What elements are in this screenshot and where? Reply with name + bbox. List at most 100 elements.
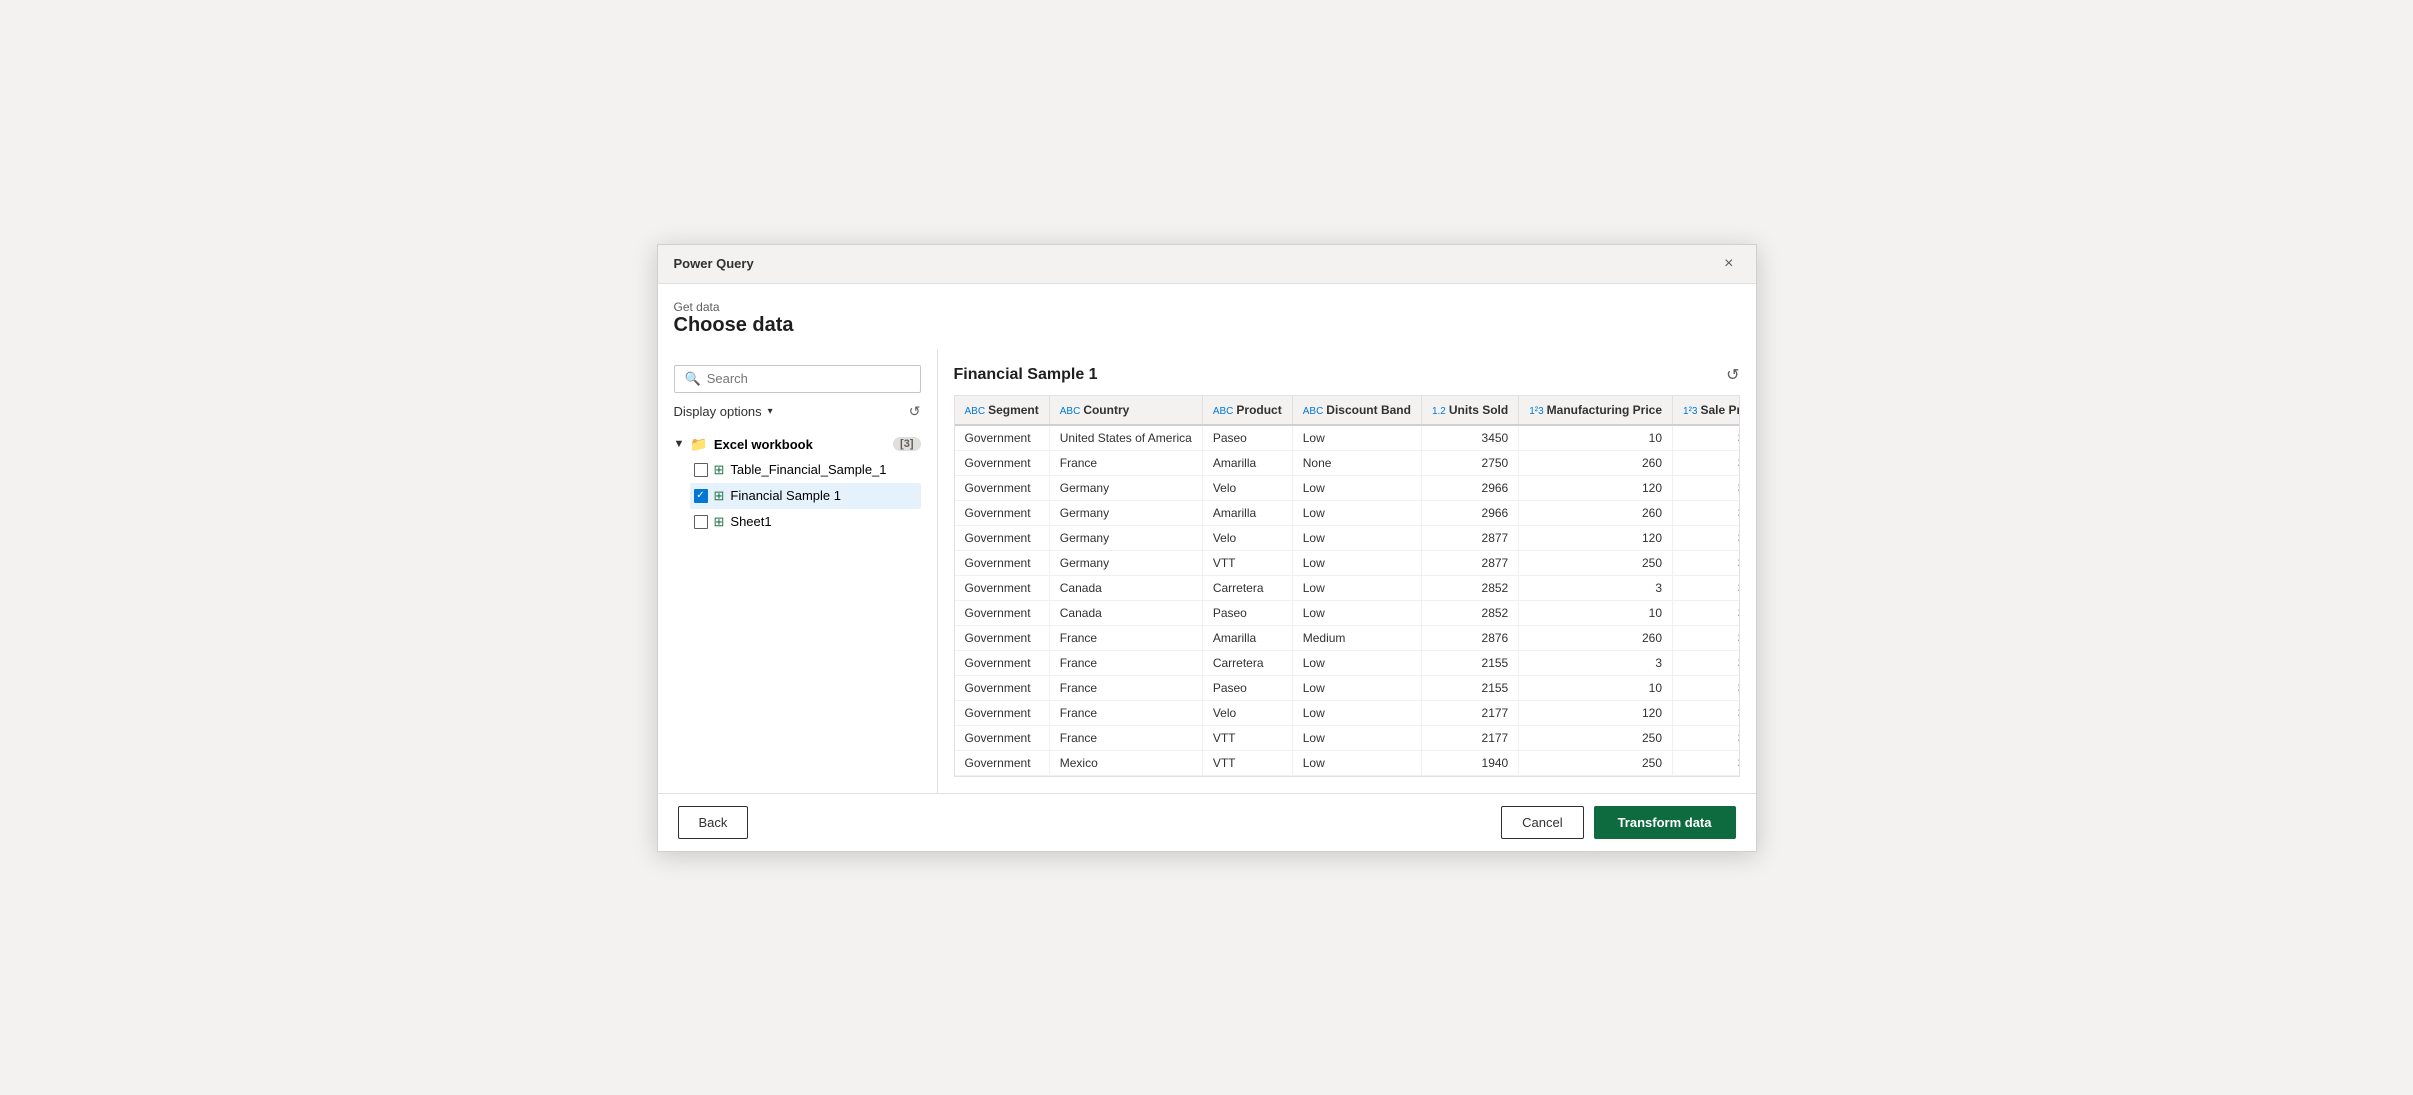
table-cell: 250 <box>1519 550 1673 575</box>
table-cell: Government <box>955 425 1050 451</box>
table-cell: 350 <box>1673 525 1740 550</box>
preview-area: Financial Sample 1 ↺ ABCSegment ABCCount… <box>938 349 1756 793</box>
col-discount-band: ABCDiscount Band <box>1292 396 1421 425</box>
table-cell: Germany <box>1049 525 1202 550</box>
tree-item-label-financial1: Financial Sample 1 <box>730 488 841 503</box>
tree-parent-item[interactable]: ▼ 📁 Excel workbook [3] <box>674 432 921 457</box>
table-cell: 2877 <box>1421 550 1518 575</box>
table-cell: 350 <box>1673 625 1740 650</box>
col-product: ABCProduct <box>1202 396 1292 425</box>
col-units-sold: 1.2Units Sold <box>1421 396 1518 425</box>
table-cell: Government <box>955 575 1050 600</box>
table-cell: Government <box>955 550 1050 575</box>
transform-data-button[interactable]: Transform data <box>1594 806 1736 839</box>
page-header: Get data Choose data <box>658 284 1756 349</box>
table-cell: 350 <box>1673 550 1740 575</box>
col-sale-price: 1²3Sale Price <box>1673 396 1740 425</box>
table-cell: Low <box>1292 475 1421 500</box>
table-cell: 10 <box>1519 600 1673 625</box>
table-row: GovernmentGermanyVTTLow28772503501006950… <box>955 550 1740 575</box>
table-cell: Medium <box>1292 625 1421 650</box>
table-icon-3: ⊞ <box>714 514 725 530</box>
table-row: GovernmentMexicoVTTLow194025035067900013… <box>955 750 1740 775</box>
table-cell: 250 <box>1519 750 1673 775</box>
col-manufacturing-price: 1²3Manufacturing Price <box>1519 396 1673 425</box>
checkbox-financial1[interactable] <box>694 489 708 503</box>
table-cell: Government <box>955 625 1050 650</box>
table-cell: 350 <box>1673 650 1740 675</box>
preview-refresh-button[interactable]: ↺ <box>1726 365 1739 385</box>
table-cell: 350 <box>1673 700 1740 725</box>
table-cell: 350 <box>1673 575 1740 600</box>
table-row: GovernmentFranceVeloLow21771203507619503… <box>955 700 1740 725</box>
search-icon: 🔍 <box>685 371 701 387</box>
tree-item-sheet1[interactable]: ⊞ Sheet1 <box>690 509 921 535</box>
table-cell: 350 <box>1673 425 1740 451</box>
tree-parent-badge: [3] <box>893 437 920 451</box>
table-cell: 250 <box>1519 725 1673 750</box>
table-cell: Amarilla <box>1202 500 1292 525</box>
checkbox-table1[interactable] <box>694 463 708 477</box>
display-options-label: Display options <box>674 404 762 419</box>
table-cell: United States of America <box>1049 425 1202 451</box>
tree-item-table1[interactable]: ⊞ Table_Financial_Sample_1 <box>690 457 921 483</box>
search-input[interactable] <box>707 371 910 386</box>
table-cell: Government <box>955 600 1050 625</box>
table-cell: Low <box>1292 500 1421 525</box>
table-cell: Amarilla <box>1202 450 1292 475</box>
table-cell: 350 <box>1673 450 1740 475</box>
table-cell: VTT <box>1202 550 1292 575</box>
table-cell: 350 <box>1673 750 1740 775</box>
table-cell: France <box>1049 450 1202 475</box>
table-cell: Low <box>1292 525 1421 550</box>
tree-item-label-table1: Table_Financial_Sample_1 <box>730 462 886 477</box>
table-cell: Carretera <box>1202 650 1292 675</box>
table-cell: 2966 <box>1421 475 1518 500</box>
display-options-button[interactable]: Display options ▾ <box>674 404 773 419</box>
chevron-down-icon: ▾ <box>768 406 773 417</box>
main-content: 🔍 Display options ▾ ↺ ▼ 📁 Excel workbook… <box>658 349 1756 793</box>
checkbox-sheet1[interactable] <box>694 515 708 529</box>
tree-item-financial1[interactable]: ⊞ Financial Sample 1 <box>690 483 921 509</box>
table-cell: 350 <box>1673 675 1740 700</box>
table-cell: VTT <box>1202 750 1292 775</box>
sidebar-refresh-button[interactable]: ↺ <box>909 403 921 420</box>
table-cell: Government <box>955 725 1050 750</box>
table-cell: Government <box>955 525 1050 550</box>
table-row: GovernmentFranceVTTLow217725035076195030… <box>955 725 1740 750</box>
table-cell: France <box>1049 700 1202 725</box>
table-wrapper[interactable]: ABCSegment ABCCountry ABCProduct ABCDisc… <box>954 395 1740 777</box>
search-box[interactable]: 🔍 <box>674 365 921 393</box>
table-cell: Germany <box>1049 475 1202 500</box>
table-cell: 10 <box>1519 675 1673 700</box>
table-cell: Low <box>1292 700 1421 725</box>
sidebar: 🔍 Display options ▾ ↺ ▼ 📁 Excel workbook… <box>658 349 938 793</box>
table-cell: Government <box>955 650 1050 675</box>
close-button[interactable]: × <box>1718 253 1739 275</box>
table-row: GovernmentFranceAmarillaMedium2876260350… <box>955 625 1740 650</box>
table-row: GovernmentCanadaPaseoLow2852103509982001… <box>955 600 1740 625</box>
back-button[interactable]: Back <box>678 806 749 839</box>
table-cell: 120 <box>1519 700 1673 725</box>
table-icon-2: ⊞ <box>714 488 725 504</box>
table-cell: Velo <box>1202 700 1292 725</box>
col-country: ABCCountry <box>1049 396 1202 425</box>
table-cell: Low <box>1292 425 1421 451</box>
table-cell: 350 <box>1673 475 1740 500</box>
data-table: ABCSegment ABCCountry ABCProduct ABCDisc… <box>955 396 1740 776</box>
table-cell: Amarilla <box>1202 625 1292 650</box>
title-bar: Power Query × <box>658 245 1756 284</box>
table-cell: 2966 <box>1421 500 1518 525</box>
table-cell: 3 <box>1519 575 1673 600</box>
table-cell: Low <box>1292 650 1421 675</box>
table-cell: France <box>1049 650 1202 675</box>
table-cell: Canada <box>1049 575 1202 600</box>
table-cell: Velo <box>1202 475 1292 500</box>
table-cell: Low <box>1292 600 1421 625</box>
table-cell: Carretera <box>1202 575 1292 600</box>
table-cell: 260 <box>1519 625 1673 650</box>
cancel-button[interactable]: Cancel <box>1501 806 1583 839</box>
table-cell: 2750 <box>1421 450 1518 475</box>
table-cell: Germany <box>1049 550 1202 575</box>
table-cell: Paseo <box>1202 425 1292 451</box>
